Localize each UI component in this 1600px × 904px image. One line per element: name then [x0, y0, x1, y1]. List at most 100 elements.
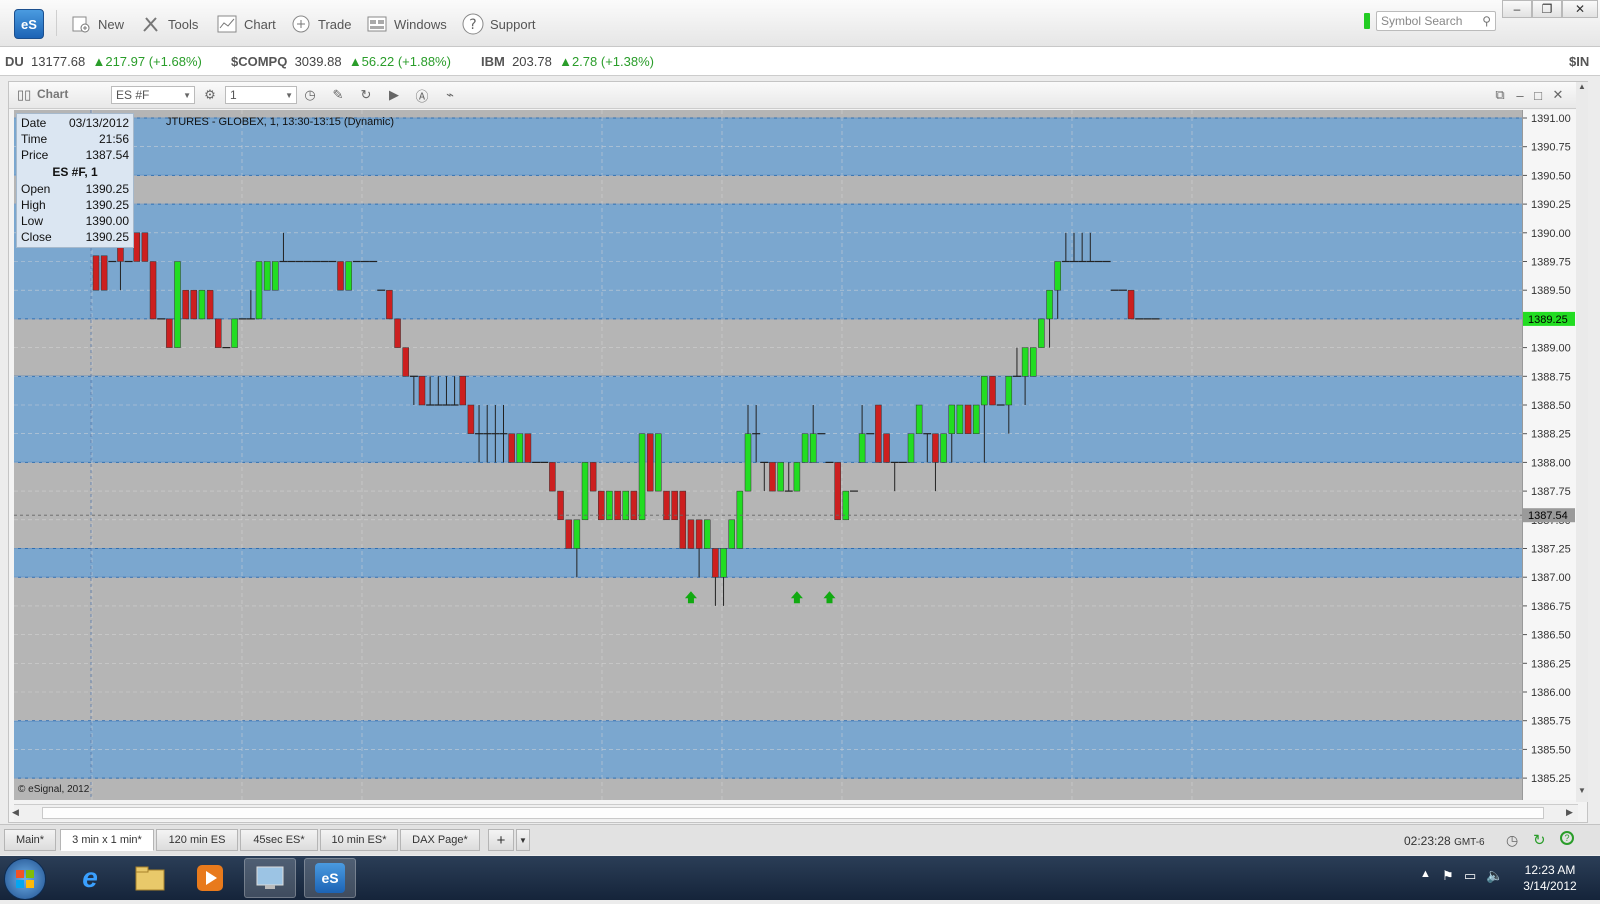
- candle-body: [769, 462, 776, 492]
- candle-body: [1054, 261, 1061, 291]
- new-button[interactable]: New: [70, 13, 124, 35]
- tab-120min-es[interactable]: 120 min ES: [156, 829, 238, 851]
- candle-body: [695, 519, 703, 549]
- horizontal-scrollbar[interactable]: ◀ ▶: [12, 804, 1578, 821]
- open-label: Open: [21, 182, 51, 196]
- candle-body: [394, 318, 401, 348]
- candle-body: [166, 318, 173, 348]
- restore-button[interactable]: ❐: [1532, 0, 1562, 18]
- minimize-button[interactable]: –: [1502, 0, 1532, 18]
- high-value: 1390.25: [85, 198, 129, 212]
- internet-explorer-button[interactable]: e: [64, 858, 116, 898]
- price-label: Price: [21, 148, 49, 162]
- ticker-symbol: IBM: [481, 54, 505, 69]
- system-clock[interactable]: 12:23 AM 3/14/2012: [1512, 862, 1588, 894]
- chart-minimize-icon[interactable]: –: [1511, 87, 1529, 103]
- alert-icon[interactable]: Ⓐ: [413, 87, 431, 104]
- candle-body: [174, 261, 181, 348]
- file-explorer-button[interactable]: [124, 858, 176, 898]
- page-tabs: Main* 3 min x 1 min* 120 min ES 45sec ES…: [0, 824, 1600, 855]
- clock-icon[interactable]: ◷: [301, 87, 319, 103]
- chart-close-icon[interactable]: ✕: [1549, 87, 1567, 103]
- price-axis[interactable]: 1391.00 1390.75 1390.50 1390.25 1390.00 1389.…: [1522, 110, 1577, 800]
- help-status-icon[interactable]: ?: [1560, 831, 1574, 845]
- support-button[interactable]: ? Support: [462, 13, 536, 35]
- candle-body: [728, 519, 735, 549]
- volume-icon[interactable]: 🔈: [1486, 867, 1503, 884]
- refresh-icon[interactable]: ↻: [357, 87, 375, 103]
- symbol-select[interactable]: ES #F ▼: [111, 86, 195, 104]
- media-player-button[interactable]: [184, 858, 236, 898]
- candle-body: [508, 433, 515, 463]
- interval-select[interactable]: 1 ▼: [225, 86, 297, 104]
- candle-body: [915, 404, 923, 434]
- symbol-search-input[interactable]: Symbol Search ⚲: [1376, 11, 1496, 31]
- network-icon[interactable]: ▭: [1464, 868, 1476, 884]
- add-tab-button[interactable]: +: [488, 829, 514, 851]
- action-center-icon[interactable]: ⚑: [1442, 868, 1454, 884]
- ticker-item[interactable]: DU 13177.68 ▲217.97 (+1.68%): [5, 54, 202, 69]
- new-document-icon: [70, 14, 92, 34]
- copyright-text: © eSignal, 2012: [18, 784, 90, 795]
- tab-45sec-es[interactable]: 45sec ES*: [240, 829, 318, 851]
- ticker-item[interactable]: IBM 203.78 ▲2.78 (+1.38%): [481, 54, 654, 69]
- candle-body: [1046, 289, 1053, 320]
- refresh-status-icon[interactable]: ↻: [1533, 831, 1546, 849]
- support-label: Support: [490, 16, 536, 32]
- chart-maximize-icon[interactable]: □: [1529, 87, 1547, 103]
- vertical-scrollbar[interactable]: ▲ ▼: [1576, 82, 1588, 802]
- ticker-item[interactable]: $COMPQ 3039.88 ▲56.22 (+1.88%): [231, 54, 451, 69]
- esignal-task-button[interactable]: eS: [304, 858, 356, 898]
- tabs-dropdown-button[interactable]: ▼: [516, 829, 530, 851]
- tab-main[interactable]: Main*: [4, 829, 56, 851]
- pencil-icon[interactable]: ✎: [329, 87, 347, 103]
- candle-body: [989, 376, 996, 406]
- clock-icon[interactable]: ◷: [1506, 832, 1518, 849]
- windows-button[interactable]: Windows: [366, 13, 447, 35]
- candle-body: [337, 261, 344, 291]
- tools-label: Tools: [168, 16, 199, 32]
- date-value: 03/13/2012: [68, 116, 129, 130]
- ticker-change: ▲2.78 (+1.38%): [559, 54, 654, 69]
- start-button[interactable]: [4, 858, 46, 900]
- tab-dax-page[interactable]: DAX Page*: [400, 829, 480, 851]
- candle-body: [638, 433, 646, 521]
- candle-body: [255, 261, 263, 320]
- trade-label: Trade: [318, 16, 352, 32]
- candle-body: [467, 404, 475, 434]
- candle-body: [549, 462, 556, 492]
- show-hidden-icons-icon[interactable]: ▲: [1420, 868, 1431, 880]
- scroll-thumb[interactable]: [42, 807, 1544, 819]
- chart-description: JTURES - GLOBEX, 1, 13:30-13:15 (Dynamic…: [166, 116, 395, 128]
- candle-body: [198, 289, 206, 320]
- candle-body: [801, 433, 809, 463]
- candle-body: [712, 548, 719, 578]
- folder-icon: [135, 866, 165, 891]
- chart-plot-area[interactable]: JTURES - GLOBEX, 1, 13:30-13:15 (Dynamic…: [14, 110, 1522, 800]
- status-timezone: GMT-6: [1454, 837, 1485, 848]
- settings-icon[interactable]: ⚙: [201, 87, 219, 103]
- network-app-button[interactable]: [244, 858, 296, 898]
- tools-button[interactable]: Tools: [140, 13, 198, 35]
- tab-3min-1min[interactable]: 3 min x 1 min*: [60, 829, 154, 851]
- axis-label: 1389.75: [1531, 257, 1571, 269]
- network-computer-icon: [256, 866, 284, 889]
- tag-icon[interactable]: ⌁: [441, 87, 459, 103]
- candle-body: [875, 404, 882, 463]
- candle-body: [589, 462, 597, 492]
- ticker-item[interactable]: $IN: [1569, 54, 1589, 69]
- play-icon[interactable]: ▶: [385, 87, 403, 103]
- esignal-logo[interactable]: eS: [14, 9, 44, 39]
- cursor-data-window: Date 03/13/2012 Time 21:56 Price 1387.54 ES…: [16, 113, 134, 248]
- ticker-symbol: $COMPQ: [231, 54, 288, 69]
- candle-body: [524, 433, 532, 463]
- chart-button[interactable]: Chart: [216, 13, 276, 35]
- candle-body: [744, 433, 752, 492]
- tab-10min-es[interactable]: 10 min ES*: [320, 829, 398, 851]
- candle-body: [386, 289, 393, 320]
- trade-button[interactable]: Trade: [290, 13, 351, 35]
- close-button[interactable]: ✕: [1562, 0, 1598, 18]
- axis-label: 1385.75: [1531, 716, 1571, 728]
- window-link-icon[interactable]: ⧉: [1491, 87, 1509, 103]
- candle-body: [206, 289, 214, 320]
